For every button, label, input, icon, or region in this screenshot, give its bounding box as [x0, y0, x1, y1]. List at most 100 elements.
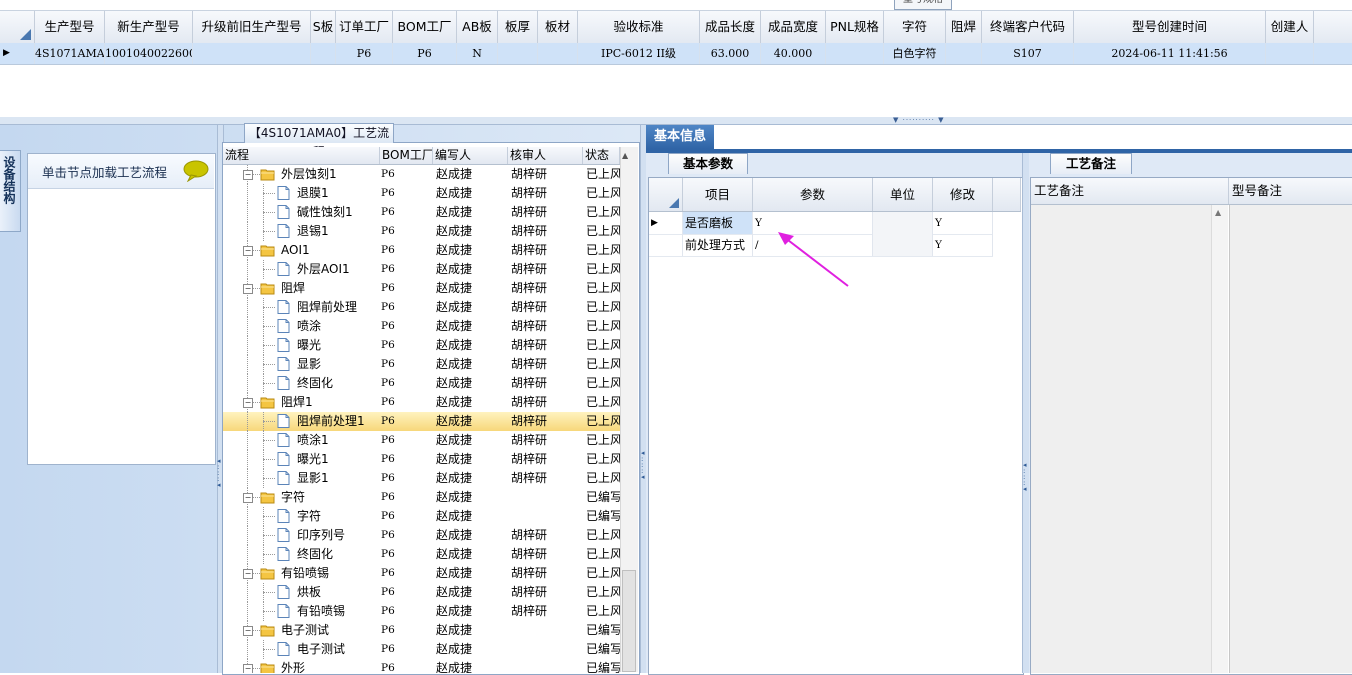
- flow-cell-bom[interactable]: P6: [378, 507, 433, 526]
- params-cell-unit[interactable]: [873, 234, 933, 256]
- flow-cell-reviewer[interactable]: 胡梓研: [508, 393, 583, 412]
- flow-node-cell[interactable]: 显影: [223, 355, 378, 374]
- flow-cell-writer[interactable]: 赵成捷: [433, 241, 508, 260]
- flow-cell-bom[interactable]: P6: [378, 222, 433, 241]
- flow-cell-status[interactable]: 已上风: [583, 317, 620, 336]
- model-grid-header-cell[interactable]: 验收标准: [578, 11, 700, 43]
- splitter-grip-icon[interactable]: ▼ ·········· ▼: [893, 117, 959, 124]
- model-grid-cell[interactable]: [826, 43, 884, 64]
- flow-cell-status[interactable]: 已上风: [583, 279, 620, 298]
- tab-basic-info[interactable]: 基本信息: [646, 125, 714, 149]
- params-header-cell[interactable]: 参数: [753, 178, 873, 211]
- model-grid-cell[interactable]: [1266, 43, 1314, 64]
- collapse-icon[interactable]: −: [243, 284, 253, 294]
- flow-cell-bom[interactable]: P6: [378, 545, 433, 564]
- flow-scrollbar-thumb[interactable]: [622, 570, 636, 672]
- horizontal-splitter[interactable]: [0, 117, 1352, 125]
- flow-cell-status[interactable]: 已上风: [583, 469, 620, 488]
- tab-basic-params[interactable]: 基本参数: [668, 153, 748, 174]
- process-notes-textarea[interactable]: [1031, 205, 1228, 673]
- model-grid-cell[interactable]: N: [457, 43, 498, 64]
- flow-cell-writer[interactable]: 赵成捷: [433, 279, 508, 298]
- flow-cell-bom[interactable]: P6: [378, 450, 433, 469]
- flow-cell-status[interactable]: 已上风: [583, 545, 620, 564]
- flow-cell-writer[interactable]: 赵成捷: [433, 640, 508, 659]
- flow-node-cell[interactable]: 字符: [223, 507, 378, 526]
- model-grid-row[interactable]: ▶4S1071AMA010010400226009P6P6NIPC-6012 I…: [0, 43, 1352, 65]
- flow-tree-row[interactable]: 烘板 P6 赵成捷 胡梓研 已上风: [223, 583, 620, 602]
- flow-cell-writer[interactable]: 赵成捷: [433, 203, 508, 222]
- flow-cell-reviewer[interactable]: [508, 659, 583, 673]
- collapse-icon[interactable]: −: [243, 626, 253, 636]
- params-cell-modify[interactable]: Y: [933, 212, 993, 234]
- flow-node-cell[interactable]: − 阻焊: [223, 279, 378, 298]
- scroll-up-icon[interactable]: ▲: [622, 151, 628, 160]
- flow-cell-reviewer[interactable]: 胡梓研: [508, 431, 583, 450]
- flow-node-cell[interactable]: − AOI1: [223, 241, 378, 260]
- flow-cell-writer[interactable]: 赵成捷: [433, 602, 508, 621]
- flow-cell-writer[interactable]: 赵成捷: [433, 336, 508, 355]
- collapse-icon[interactable]: −: [243, 170, 253, 180]
- flow-node-cell[interactable]: 终固化: [223, 545, 378, 564]
- flow-cell-reviewer[interactable]: 胡梓研: [508, 564, 583, 583]
- params-cell-item[interactable]: 是否磨板: [683, 212, 753, 234]
- flow-tree-row[interactable]: − 阻焊 P6 赵成捷 胡梓研 已上风: [223, 279, 620, 298]
- flow-node-cell[interactable]: 外层AOI1: [223, 260, 378, 279]
- flow-cell-reviewer[interactable]: 胡梓研: [508, 279, 583, 298]
- collapse-icon[interactable]: −: [243, 398, 253, 408]
- flow-cell-status[interactable]: 已上风: [583, 412, 620, 431]
- flow-cell-writer[interactable]: 赵成捷: [433, 583, 508, 602]
- flow-node-cell[interactable]: 显影1: [223, 469, 378, 488]
- flow-cell-reviewer[interactable]: 胡梓研: [508, 450, 583, 469]
- params-cell-modify[interactable]: Y: [933, 234, 993, 256]
- model-grid-header-cell[interactable]: 升级前旧生产型号: [193, 11, 311, 43]
- flow-cell-status[interactable]: 已上风: [583, 564, 620, 583]
- flow-node-cell[interactable]: 曝光: [223, 336, 378, 355]
- flow-node-cell[interactable]: 碱性蚀刻1: [223, 203, 378, 222]
- flow-cell-bom[interactable]: P6: [378, 640, 433, 659]
- params-header-cell[interactable]: 项目: [683, 178, 753, 211]
- flow-cell-reviewer[interactable]: 胡梓研: [508, 317, 583, 336]
- flow-cell-status[interactable]: 已上风: [583, 393, 620, 412]
- flow-header-cell[interactable]: 流程: [223, 147, 380, 164]
- collapse-icon[interactable]: −: [243, 569, 253, 579]
- model-grid-header-cell[interactable]: 板厚: [498, 11, 538, 43]
- notes-header-process[interactable]: 工艺备注: [1031, 178, 1229, 204]
- flow-node-cell[interactable]: − 电子测试: [223, 621, 378, 640]
- flow-cell-reviewer[interactable]: [508, 507, 583, 526]
- flow-cell-reviewer[interactable]: 胡梓研: [508, 355, 583, 374]
- flow-cell-writer[interactable]: 赵成捷: [433, 317, 508, 336]
- flow-node-cell[interactable]: 喷涂: [223, 317, 378, 336]
- flow-cell-bom[interactable]: P6: [378, 393, 433, 412]
- flow-tree-row[interactable]: 曝光1 P6 赵成捷 胡梓研 已上风: [223, 450, 620, 469]
- flow-cell-status[interactable]: 已上风: [583, 450, 620, 469]
- flow-cell-status[interactable]: 已编写: [583, 488, 620, 507]
- flow-cell-reviewer[interactable]: [508, 488, 583, 507]
- model-grid-cell[interactable]: P6: [393, 43, 457, 64]
- flow-cell-status[interactable]: 已上风: [583, 184, 620, 203]
- model-grid-cell[interactable]: [498, 43, 538, 64]
- model-grid-header-cell[interactable]: 订单工厂: [336, 11, 393, 43]
- flow-cell-writer[interactable]: 赵成捷: [433, 659, 508, 673]
- model-grid-cell[interactable]: 10010400226009: [105, 43, 193, 64]
- flow-cell-status[interactable]: 已编写: [583, 640, 620, 659]
- flow-node-cell[interactable]: 印序列号: [223, 526, 378, 545]
- flow-tree-row[interactable]: 碱性蚀刻1 P6 赵成捷 胡梓研 已上风: [223, 203, 620, 222]
- flow-cell-status[interactable]: 已上风: [583, 241, 620, 260]
- flow-cell-bom[interactable]: P6: [378, 564, 433, 583]
- flow-cell-reviewer[interactable]: 胡梓研: [508, 336, 583, 355]
- flow-cell-reviewer[interactable]: 胡梓研: [508, 412, 583, 431]
- flow-tree-row[interactable]: − AOI1 P6 赵成捷 胡梓研 已上风: [223, 241, 620, 260]
- model-grid-header-cell[interactable]: 新生产型号: [105, 11, 193, 43]
- flow-cell-reviewer[interactable]: [508, 640, 583, 659]
- flow-node-cell[interactable]: 烘板: [223, 583, 378, 602]
- flow-tree-row[interactable]: 曝光 P6 赵成捷 胡梓研 已上风: [223, 336, 620, 355]
- model-grid-cell[interactable]: S107: [982, 43, 1074, 64]
- params-cell-unit[interactable]: [873, 212, 933, 234]
- flow-tree-row[interactable]: 显影1 P6 赵成捷 胡梓研 已上风: [223, 469, 620, 488]
- flow-header-cell[interactable]: BOM工厂: [380, 147, 433, 164]
- flow-cell-status[interactable]: 已编写: [583, 659, 620, 673]
- flow-cell-bom[interactable]: P6: [378, 659, 433, 673]
- model-grid-cell[interactable]: 4S1071AMA0: [35, 43, 105, 64]
- flow-tree-row[interactable]: − 电子测试 P6 赵成捷 已编写: [223, 621, 620, 640]
